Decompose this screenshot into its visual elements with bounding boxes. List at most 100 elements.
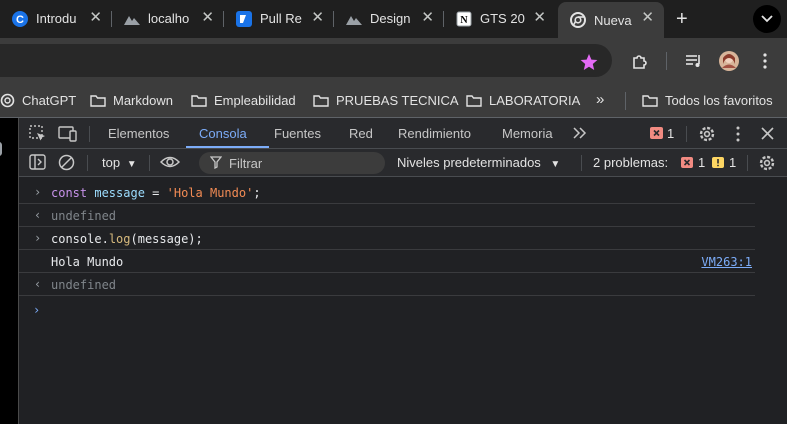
- source-link[interactable]: VM263:1: [701, 255, 752, 269]
- close-tab-icon[interactable]: ✕: [533, 10, 546, 26]
- separator: [747, 155, 748, 171]
- close-devtools-icon[interactable]: [761, 127, 774, 143]
- bookmark-laboratoria[interactable]: LABORATORIA: [466, 93, 580, 108]
- issues-warning-count: 1: [729, 155, 737, 170]
- bookmarks-overflow-button[interactable]: »: [596, 91, 604, 108]
- result-chevron-icon: ‹: [34, 208, 42, 222]
- media-controls-icon[interactable]: [685, 54, 703, 73]
- bookmarks-separator: [625, 92, 626, 110]
- tab-localhost[interactable]: localho ✕: [112, 5, 224, 32]
- dropdown-arrow-icon: ▼: [126, 159, 137, 170]
- tab-title: Nueva: [594, 12, 632, 28]
- tab-design[interactable]: Design ✕: [334, 5, 444, 32]
- filter-funnel-icon: [209, 156, 223, 172]
- console-text: console.log(message);: [51, 232, 203, 246]
- tab-sources[interactable]: Fuentes: [274, 126, 321, 141]
- tab-console[interactable]: Consola: [199, 126, 247, 141]
- tab-pull-request[interactable]: Pull Re ✕: [224, 5, 334, 32]
- page-viewport: [0, 118, 19, 424]
- error-icon: [650, 127, 663, 139]
- context-select[interactable]: top ▼: [102, 155, 137, 170]
- separator: [581, 155, 582, 171]
- folder-icon: [90, 95, 106, 107]
- tab-search-icon[interactable]: [753, 5, 781, 33]
- folder-icon: [642, 95, 658, 107]
- chrome-logo-icon: [570, 12, 586, 28]
- console-input-row: › console.log(message);: [19, 227, 755, 250]
- page-element-fragment: [0, 142, 2, 156]
- live-expression-eye-icon[interactable]: [159, 155, 181, 172]
- issues-error-count: 1: [698, 155, 706, 170]
- bookmark-label: ChatGPT: [22, 93, 77, 108]
- tab-title: GTS 20: [480, 11, 525, 26]
- issues-warning-icon: [712, 156, 724, 171]
- menu-kebab-icon[interactable]: [762, 53, 768, 74]
- bookmark-markdown[interactable]: Markdown: [90, 93, 173, 108]
- filter-box[interactable]: [199, 152, 385, 174]
- issues-button[interactable]: 2 problemas:: [593, 155, 668, 170]
- close-tab-icon[interactable]: ✕: [201, 10, 214, 26]
- close-tab-icon[interactable]: ✕: [311, 10, 324, 26]
- bookmark-pruebas-tecnica[interactable]: PRUEBAS TECNICA: [313, 93, 459, 108]
- tab-network[interactable]: Red: [349, 126, 373, 141]
- folder-icon: [313, 95, 329, 107]
- openai-logo-icon: [0, 93, 15, 108]
- console-output[interactable]: › const message = 'Hola Mundo'; ‹ undefined…: [19, 177, 787, 424]
- context-value: top: [102, 155, 121, 170]
- device-toolbar-icon[interactable]: [58, 125, 78, 146]
- separator: [89, 126, 90, 142]
- error-count: 1: [667, 126, 675, 141]
- console-settings-gear-icon[interactable]: [758, 154, 776, 175]
- new-tab-icon[interactable]: +: [676, 8, 688, 31]
- extensions-icon[interactable]: [631, 52, 649, 75]
- console-result-row: ‹ undefined: [19, 273, 755, 296]
- tab-gts[interactable]: N GTS 20 ✕: [444, 5, 556, 32]
- sidebar-toggle-icon[interactable]: [29, 154, 46, 173]
- close-tab-icon[interactable]: ✕: [641, 10, 654, 26]
- tab-title: localho: [148, 11, 190, 26]
- tab-elements[interactable]: Elementos: [108, 126, 169, 141]
- overflow-chevron-icon: »: [596, 91, 605, 108]
- settings-gear-icon[interactable]: [698, 125, 716, 146]
- bookmark-chatgpt[interactable]: ChatGPT: [0, 93, 76, 108]
- tab-title: Design: [370, 11, 411, 26]
- separator: [149, 155, 150, 171]
- separator: [87, 155, 88, 171]
- bookmark-star-icon[interactable]: [580, 53, 598, 76]
- browser-toolbar: [0, 38, 787, 84]
- inspect-element-icon[interactable]: [29, 125, 47, 146]
- tab-introdu[interactable]: C Introdu ✕: [0, 5, 112, 32]
- close-tab-icon[interactable]: ✕: [89, 10, 102, 26]
- log-levels-select[interactable]: Niveles predeterminados ▼: [397, 155, 560, 170]
- console-text: undefined: [51, 278, 117, 292]
- bookmark-label: LABORATORIA: [489, 93, 581, 108]
- filter-input[interactable]: [229, 152, 379, 174]
- clear-console-icon[interactable]: [58, 154, 75, 174]
- tab-nueva[interactable]: Nueva ✕: [558, 2, 664, 38]
- devtools-menu-icon[interactable]: [735, 126, 741, 145]
- console-text: const message = 'Hola Mundo';: [51, 186, 261, 200]
- tab-performance[interactable]: Rendimiento: [398, 126, 471, 141]
- close-tab-icon[interactable]: ✕: [421, 10, 434, 26]
- console-text: undefined: [51, 209, 117, 223]
- console-prompt-icon[interactable]: ›: [33, 303, 40, 317]
- bookmark-label: PRUEBAS TECNICA: [336, 93, 459, 108]
- address-bar[interactable]: [0, 44, 612, 77]
- bookmark-all-favorites[interactable]: Todos los favoritos: [642, 93, 773, 108]
- tab-memory[interactable]: Memoria: [502, 126, 553, 141]
- input-chevron-icon: ›: [34, 231, 42, 245]
- tab-strip: C Introdu ✕ localho ✕ Pull Re ✕ Design ✕…: [0, 0, 787, 38]
- devtools-tab-bar: Elementos Consola Fuentes Red Rendimient…: [19, 118, 787, 149]
- more-tabs-icon[interactable]: [572, 126, 588, 143]
- bookmark-label: Empleabilidad: [214, 93, 296, 108]
- bookmark-empleabilidad[interactable]: Empleabilidad: [191, 93, 296, 108]
- mountain-logo-icon: [346, 11, 362, 27]
- console-result-row: ‹ undefined: [19, 204, 755, 227]
- error-count-badge[interactable]: [650, 127, 663, 142]
- issues-error-icon: [681, 156, 693, 171]
- coderabbit-logo-icon: [236, 10, 252, 27]
- bookmarks-bar: ChatGPT Markdown Empleabilidad PRUEBAS T…: [0, 84, 787, 118]
- svg-text:N: N: [460, 15, 468, 26]
- separator: [686, 126, 687, 142]
- avatar[interactable]: [719, 51, 739, 76]
